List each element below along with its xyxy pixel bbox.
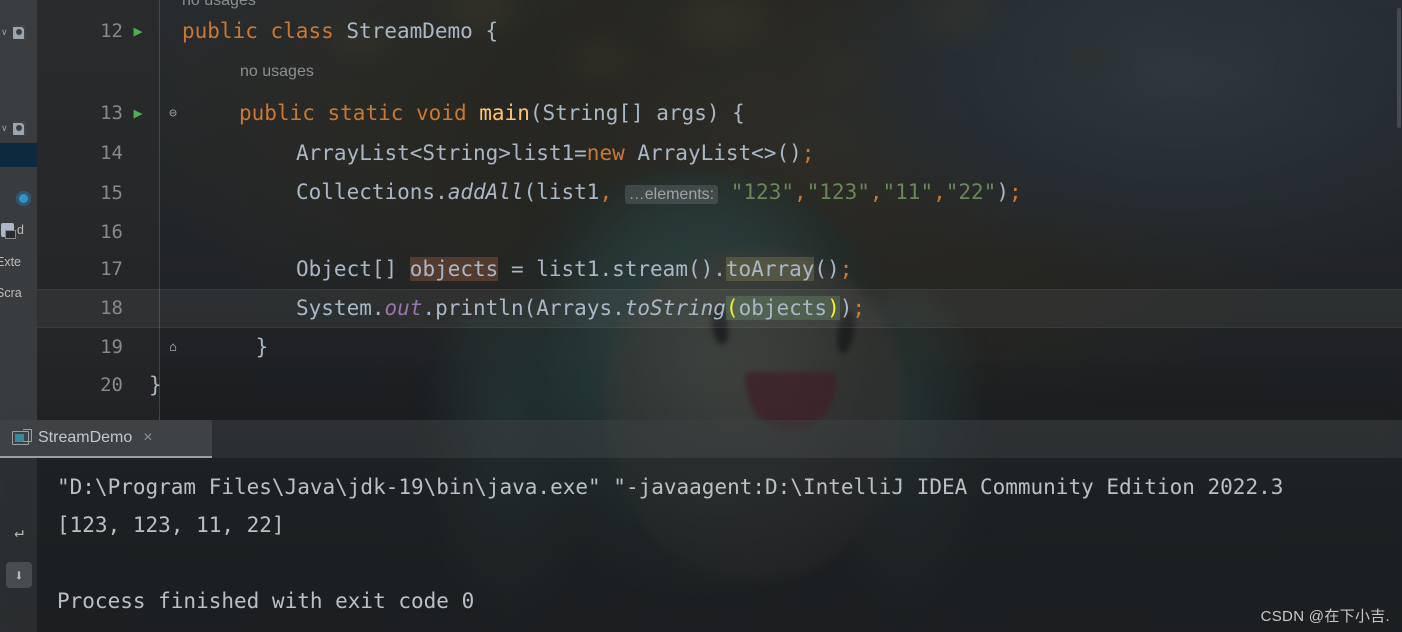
scroll-to-end-button[interactable]: ⬇: [6, 562, 32, 588]
run-gutter-icon[interactable]: ▶: [130, 12, 146, 51]
line-number: 14: [100, 142, 123, 164]
project-tree-row[interactable]: Exte: [0, 252, 37, 272]
line-number: 20: [100, 374, 123, 396]
run-tab-label: StreamDemo: [38, 429, 133, 446]
code-line-15[interactable]: 15 Collections.addAll(list1, …elements: …: [37, 174, 1402, 213]
project-tree-row[interactable]: ∨: [0, 118, 37, 138]
line-number: 15: [100, 182, 123, 204]
console-line: "D:\Program Files\Java\jdk-19\bin\java.e…: [57, 475, 1284, 499]
code-line-16[interactable]: 16: [37, 213, 1402, 252]
code-text[interactable]: ArrayList<String>list1=new ArrayList<>()…: [296, 134, 814, 173]
module-icon: [1, 223, 16, 239]
code-line-19[interactable]: 19 ⌂ }: [37, 328, 1402, 367]
code-line-14[interactable]: 14 ArrayList<String>list1=new ArrayList<…: [37, 134, 1402, 173]
code-text[interactable]: System.out.println(Arrays.toString(objec…: [296, 289, 865, 328]
inlay-hint-no-usages: no usages: [240, 63, 314, 80]
project-tree-label: Exte: [0, 255, 22, 269]
inlay-hint-no-usages: no usages: [182, 0, 256, 9]
java-file-icon: [13, 25, 26, 39]
run-gutter-icon[interactable]: ▶: [130, 94, 146, 133]
console-output[interactable]: "D:\Program Files\Java\jdk-19\bin\java.e…: [37, 458, 1402, 632]
project-tool-window[interactable]: ∨ ∨ d Exte Scra: [0, 0, 37, 420]
code-editor[interactable]: no usages 12 ▶ public class StreamDemo {…: [37, 0, 1402, 420]
line-number: 16: [100, 221, 123, 243]
code-text[interactable]: public static void main(String[] args) {: [239, 94, 745, 133]
line-number: 18: [100, 297, 123, 319]
close-icon[interactable]: ×: [143, 429, 152, 447]
editor-scrollbar-thumb[interactable]: [1397, 8, 1401, 128]
code-line-17[interactable]: 17 Object[] objects = list1.stream().toA…: [37, 250, 1402, 289]
project-tree-row[interactable]: Scra: [0, 283, 37, 303]
code-text[interactable]: Object[] objects = list1.stream().toArra…: [296, 250, 852, 289]
code-line-12[interactable]: 12 ▶ public class StreamDemo {: [37, 12, 1402, 51]
console-toolbar[interactable]: ↵ ⬇: [0, 458, 37, 632]
code-line-18[interactable]: 18 System.out.println(Arrays.toString(ob…: [37, 289, 1402, 328]
fold-marker-icon[interactable]: ⌂: [165, 328, 181, 367]
code-text[interactable]: public class StreamDemo {: [182, 12, 498, 51]
run-tab-bar[interactable]: StreamDemo ×: [0, 420, 1402, 458]
line-number: 17: [100, 258, 123, 280]
console-line: Process finished with exit code 0: [57, 589, 475, 613]
project-tree-row[interactable]: [0, 188, 37, 208]
project-tree-label: d: [17, 223, 24, 237]
line-number: 13: [100, 102, 123, 124]
project-tree-row[interactable]: d: [0, 220, 37, 240]
console-line: [123, 123, 11, 22]: [57, 513, 285, 537]
run-tab-streamdemo[interactable]: StreamDemo ×: [0, 420, 212, 458]
code-line-13[interactable]: 13 ▶ ⊖ public static void main(String[] …: [37, 94, 1402, 133]
circle-icon: [16, 190, 31, 206]
project-tree-row-selected[interactable]: [0, 143, 37, 167]
parameter-hint-elements: …elements:: [624, 185, 719, 204]
project-tree-label: Scra: [0, 286, 22, 300]
project-tree-row[interactable]: ∨: [0, 22, 37, 42]
console-icon: [12, 429, 32, 445]
line-number: 12: [100, 20, 123, 42]
ide-window: ∨ ∨ d Exte Scra no usages 12 ▶ public cl…: [0, 0, 1402, 632]
chevron-down-icon[interactable]: ∨: [1, 27, 10, 37]
run-tool-window[interactable]: StreamDemo × ↵ ⬇ "D:\Program Files\Java\…: [0, 420, 1402, 632]
editor-scrollbar[interactable]: [1396, 0, 1402, 420]
java-file-icon: [13, 121, 26, 135]
soft-wrap-button[interactable]: ↵: [6, 518, 32, 544]
csdn-watermark: CSDN @在下小吉.: [1260, 608, 1390, 625]
code-text[interactable]: Collections.addAll(list1, …elements: "12…: [296, 173, 1022, 214]
code-text[interactable]: }: [149, 366, 162, 405]
fold-marker-icon[interactable]: ⊖: [165, 94, 181, 133]
line-number: 19: [100, 336, 123, 358]
chevron-down-icon[interactable]: ∨: [1, 123, 10, 133]
code-text[interactable]: }: [205, 328, 269, 367]
code-line-20[interactable]: 20 }: [37, 366, 1402, 405]
